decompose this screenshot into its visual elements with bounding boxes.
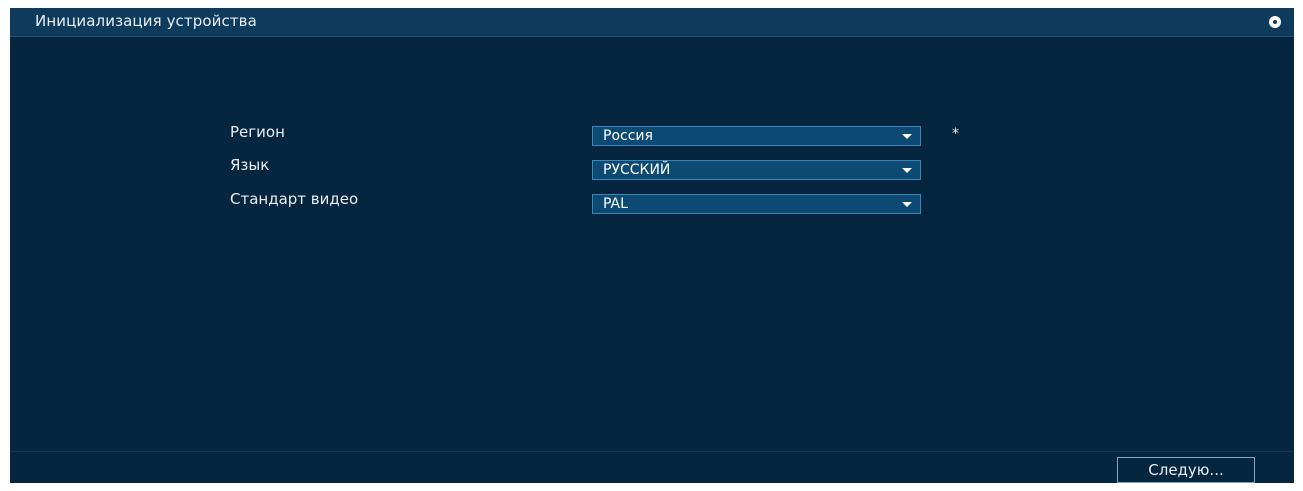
language-select[interactable]: РУССКИЙ [592, 160, 921, 180]
init-dialog: Инициализация устройства Регион Россия *… [10, 8, 1294, 483]
video-standard-select-value: PAL [603, 196, 628, 212]
language-label: Язык [230, 156, 270, 174]
chevron-down-icon[interactable] [902, 134, 912, 139]
chevron-down-icon[interactable] [902, 168, 912, 173]
language-select-value: РУССКИЙ [603, 162, 671, 178]
window-title: Инициализация устройства [35, 12, 257, 30]
required-mark: * [952, 126, 959, 142]
footer-divider [10, 451, 1294, 452]
video-standard-select[interactable]: PAL [592, 194, 921, 214]
region-label: Регион [230, 123, 285, 141]
chevron-down-icon[interactable] [902, 202, 912, 207]
region-select-value: Россия [603, 128, 653, 144]
next-button[interactable]: Следую... [1117, 457, 1255, 483]
region-select[interactable]: Россия [592, 126, 921, 146]
video-standard-label: Стандарт видео [230, 190, 359, 208]
titlebar: Инициализация устройства [10, 8, 1294, 37]
power-icon[interactable] [1269, 16, 1281, 28]
